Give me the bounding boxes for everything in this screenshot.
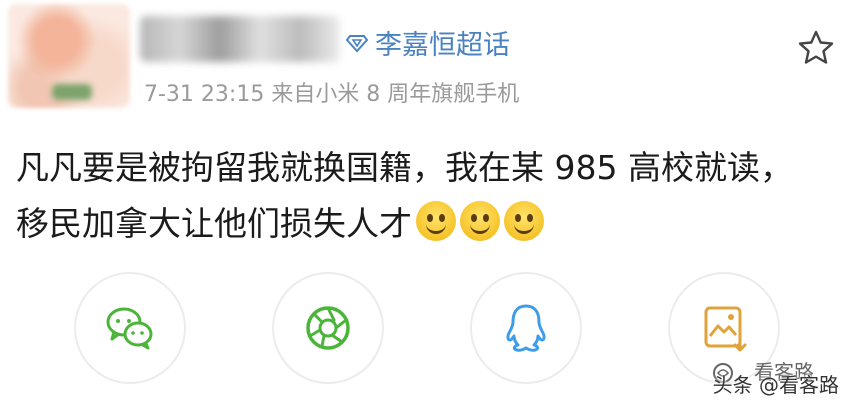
smile-emoji-icon bbox=[504, 201, 544, 241]
moments-aperture-icon bbox=[306, 306, 350, 350]
supertopic-label: 李嘉恒超话 bbox=[375, 29, 510, 61]
supertopic-diamond-icon bbox=[345, 35, 369, 53]
smile-emoji-icon bbox=[416, 201, 456, 241]
watermark-text: 头条 @看客路 bbox=[712, 373, 839, 397]
share-wechat-button[interactable] bbox=[74, 272, 186, 384]
smile-emoji-icon bbox=[460, 201, 500, 241]
post-text: 凡凡要是被拘留我就换国籍，我在某 985 高校就读，移民加拿大让他们损失人才 bbox=[16, 148, 793, 243]
favorite-star-icon[interactable] bbox=[796, 28, 836, 68]
share-moments-button[interactable] bbox=[272, 272, 384, 384]
share-qq-button[interactable] bbox=[470, 272, 582, 384]
supertopic-link[interactable]: 李嘉恒超话 bbox=[345, 22, 510, 62]
qq-penguin-icon bbox=[506, 304, 546, 352]
post-meta: 7-31 23:15 来自小米 8 周年旗舰手机 bbox=[144, 82, 520, 107]
username-blurred[interactable] bbox=[140, 16, 340, 62]
wechat-icon bbox=[106, 307, 153, 350]
save-image-icon bbox=[704, 306, 747, 352]
post-content: 凡凡要是被拘留我就换国籍，我在某 985 高校就读，移民加拿大让他们损失人才 bbox=[16, 140, 816, 252]
avatar[interactable] bbox=[8, 4, 130, 108]
